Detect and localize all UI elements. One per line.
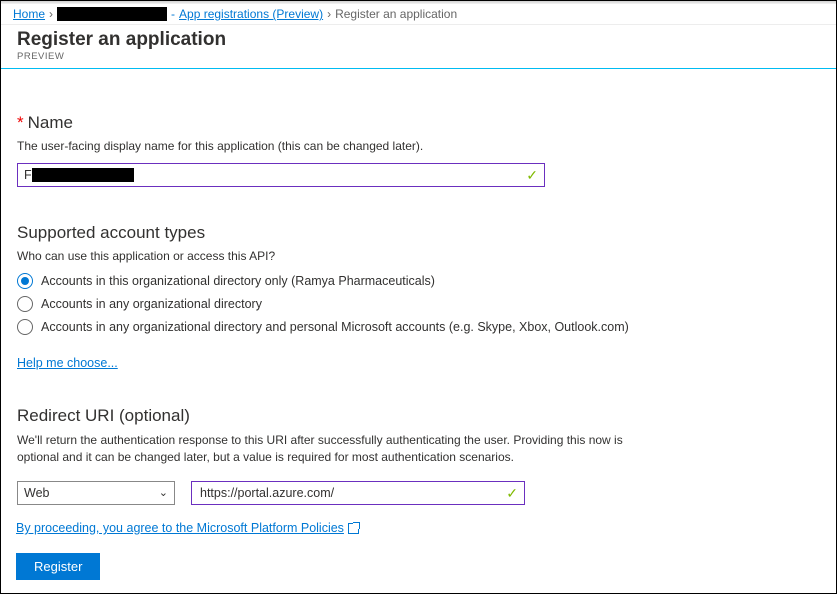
radio-label: Accounts in any organizational directory… <box>41 320 629 334</box>
radio-icon <box>17 296 33 312</box>
page-title: Register an application <box>17 29 820 51</box>
account-types-title: Supported account types <box>17 223 820 243</box>
help-me-choose-link[interactable]: Help me choose... <box>17 356 118 370</box>
breadcrumb-tenant-redacted <box>57 7 167 21</box>
breadcrumb-sep-text: - <box>171 7 175 21</box>
breadcrumb: Home › - App registrations (Preview) › R… <box>1 4 836 25</box>
account-types-description: Who can use this application or access t… <box>17 249 820 263</box>
radio-icon <box>17 319 33 335</box>
redirect-type-value: Web <box>24 486 49 500</box>
platform-policies-link[interactable]: By proceeding, you agree to the Microsof… <box>16 521 821 535</box>
app-name-input[interactable]: F ✓ <box>17 163 545 187</box>
radio-icon <box>17 273 33 289</box>
redirect-uri-value: https://portal.azure.com/ <box>200 486 334 500</box>
redirect-uri-input[interactable]: https://portal.azure.com/ ✓ <box>191 481 525 505</box>
chevron-down-icon: ⌄ <box>159 486 168 499</box>
name-section-title: *Name <box>17 113 820 133</box>
redirect-uri-title: Redirect URI (optional) <box>17 406 820 426</box>
checkmark-icon: ✓ <box>526 167 538 184</box>
radio-option-org-only[interactable]: Accounts in this organizational director… <box>17 273 820 289</box>
redirect-uri-row: Web ⌄ https://portal.azure.com/ ✓ <box>17 481 820 505</box>
breadcrumb-home[interactable]: Home <box>13 7 45 21</box>
breadcrumb-app-registrations[interactable]: App registrations (Preview) <box>179 7 323 21</box>
redirect-type-select[interactable]: Web ⌄ <box>17 481 175 505</box>
policies-link-text: By proceeding, you agree to the Microsof… <box>16 521 344 535</box>
app-name-redacted <box>32 168 134 182</box>
radio-label: Accounts in any organizational directory <box>41 297 262 311</box>
checkmark-icon: ✓ <box>506 485 518 502</box>
page-header: Register an application PREVIEW <box>1 25 836 69</box>
radio-option-any-org-personal[interactable]: Accounts in any organizational directory… <box>17 319 820 335</box>
external-link-icon <box>348 523 359 534</box>
name-label: Name <box>28 113 73 132</box>
preview-badge: PREVIEW <box>17 51 820 62</box>
app-name-value-prefix: F <box>24 168 32 182</box>
chevron-right-icon: › <box>49 7 53 21</box>
breadcrumb-current: Register an application <box>335 7 457 21</box>
footer: By proceeding, you agree to the Microsof… <box>16 521 821 580</box>
radio-option-any-org[interactable]: Accounts in any organizational directory <box>17 296 820 312</box>
radio-label: Accounts in this organizational director… <box>41 274 435 288</box>
register-button[interactable]: Register <box>16 553 100 580</box>
redirect-uri-description: We'll return the authentication response… <box>17 432 637 467</box>
chevron-right-icon: › <box>327 7 331 21</box>
form-content: *Name The user-facing display name for t… <box>1 69 836 515</box>
required-star-icon: * <box>17 113 24 132</box>
name-description: The user-facing display name for this ap… <box>17 139 820 153</box>
